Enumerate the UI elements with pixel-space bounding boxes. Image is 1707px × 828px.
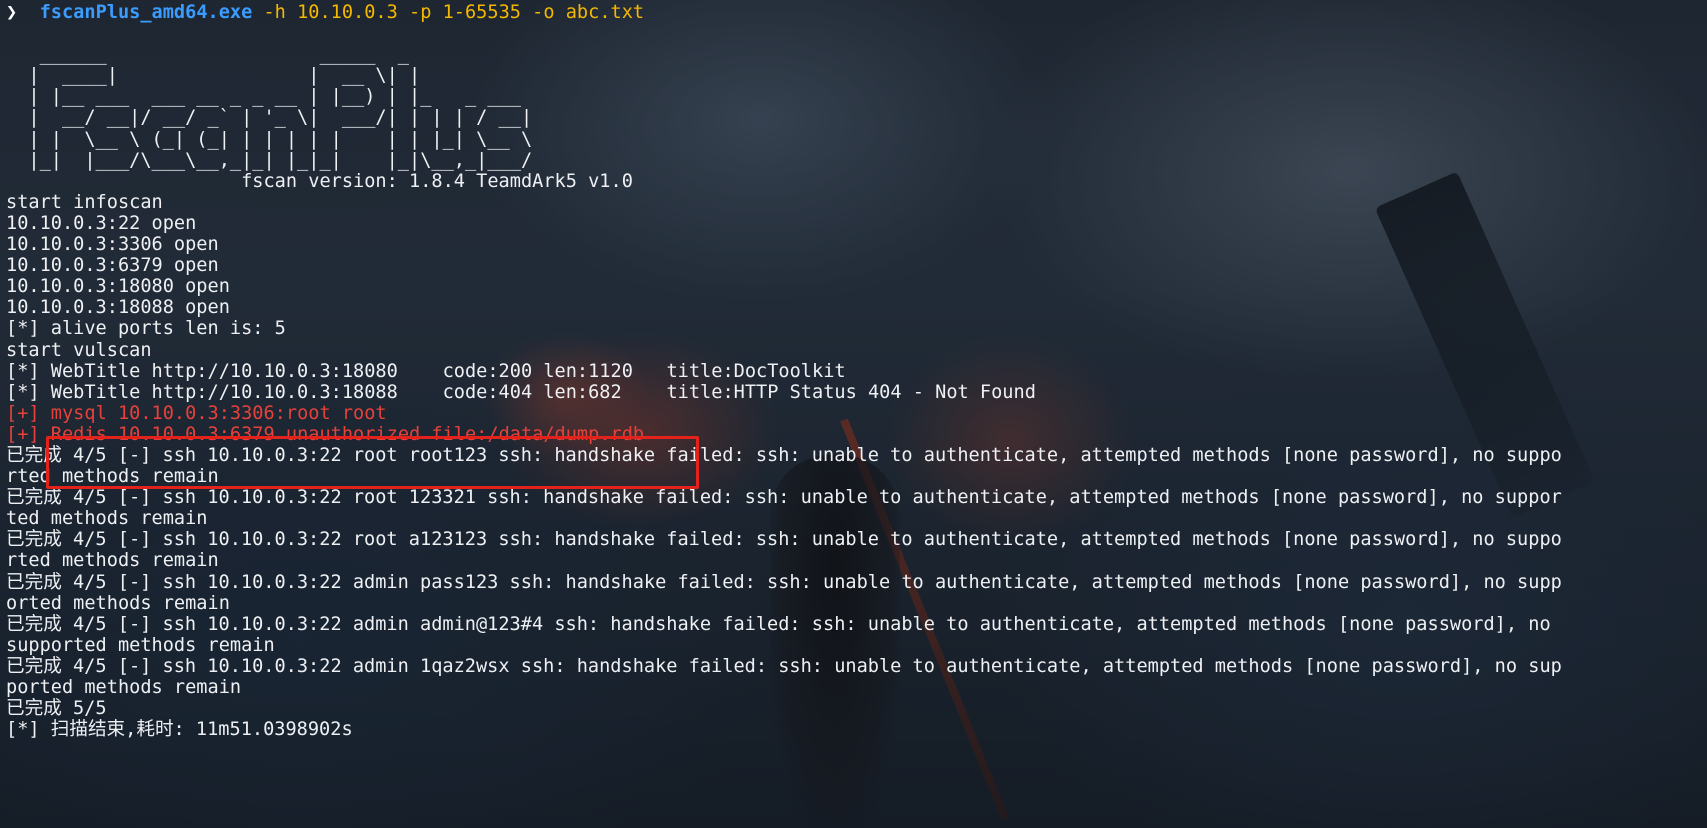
- terminal-window[interactable]: ❯ fscanPlus_amd64.exe -h 10.10.0.3 -p 1-…: [0, 0, 1707, 828]
- output-line: 已完成 4/5 [-] ssh 10.10.0.3:22 admin 1qaz2…: [6, 655, 1562, 677]
- terminal-output[interactable]: ❯ fscanPlus_amd64.exe -h 10.10.0.3 -p 1-…: [6, 2, 1701, 740]
- command-arguments: -h 10.10.0.3 -p 1-65535 -o abc.txt: [252, 2, 645, 23]
- banner-line: ______ _____ _: [6, 44, 409, 66]
- version-line: fscan version: 1.8.4 TeamdArk5 v1.0: [6, 170, 633, 192]
- command-line: ❯ fscanPlus_amd64.exe -h 10.10.0.3 -p 1-…: [6, 2, 1701, 23]
- output-line: [*] WebTitle http://10.10.0.3:18088 code…: [6, 381, 1036, 403]
- output-line: supported methods remain: [6, 634, 275, 656]
- output-line: [*] WebTitle http://10.10.0.3:18080 code…: [6, 360, 846, 382]
- banner-line: |_| |___/\___\__,_|_| |_|_| |_|\__,_|___…: [6, 149, 533, 171]
- output-line: 已完成 4/5 [-] ssh 10.10.0.3:22 root root12…: [6, 444, 1562, 466]
- banner-line: | | \__ \ (_| (_| | | | | | | | |_| \__ …: [6, 128, 533, 150]
- output-line: orted methods remain: [6, 592, 230, 614]
- vuln-line-mysql: [+] mysql 10.10.0.3:3306:root root: [6, 403, 1701, 424]
- banner-line: | ____| | __ \| |: [6, 65, 421, 87]
- vuln-text: mysql 10.10.0.3:3306:root root: [39, 402, 387, 424]
- output-line: rted methods remain: [6, 466, 219, 488]
- vuln-tag: [+]: [6, 423, 40, 445]
- vulnerability-findings: [+] mysql 10.10.0.3:3306:root root [+] R…: [6, 403, 1701, 445]
- output-line: [*] alive ports len is: 5: [6, 318, 286, 340]
- prompt-symbol: ❯: [6, 2, 18, 23]
- vuln-line-redis: [+] Redis 10.10.0.3:6379 unauthorized fi…: [6, 424, 1701, 445]
- banner-line: | |__ ___ ___ __ _ _ __ | |__) | |_ _ __…: [6, 86, 521, 108]
- output-line: start infoscan: [6, 191, 163, 213]
- output-line: 已完成 4/5 [-] ssh 10.10.0.3:22 root 123321…: [6, 487, 1562, 509]
- output-line: 10.10.0.3:22 open: [6, 212, 197, 234]
- vuln-tag: [+]: [6, 402, 40, 424]
- output-line: 已完成 4/5 [-] ssh 10.10.0.3:22 admin admin…: [6, 613, 1551, 635]
- output-line: 10.10.0.3:6379 open: [6, 255, 219, 277]
- output-line: rted methods remain: [6, 550, 219, 572]
- output-line: 已完成 5/5: [6, 698, 107, 720]
- command-executable: fscanPlus_amd64.exe: [39, 2, 253, 23]
- output-line: 已完成 4/5 [-] ssh 10.10.0.3:22 root a12312…: [6, 529, 1562, 551]
- output-line: start vulscan: [6, 339, 152, 361]
- output-line: 10.10.0.3:3306 open: [6, 234, 219, 256]
- scan-output-after: 已完成 4/5 [-] ssh 10.10.0.3:22 root root12…: [6, 445, 1701, 740]
- ascii-banner: ______ _____ _ | ____| | __ \| | | |__ _…: [6, 44, 1701, 171]
- output-line: 已完成 4/5 [-] ssh 10.10.0.3:22 admin pass1…: [6, 571, 1562, 593]
- output-line: 10.10.0.3:18080 open: [6, 276, 230, 298]
- output-line: ted methods remain: [6, 508, 208, 530]
- vuln-text: Redis 10.10.0.3:6379 unauthorized file:/…: [39, 423, 645, 445]
- output-line: [*] 扫描结束,耗时: 11m51.0398902s: [6, 719, 353, 741]
- output-line: 10.10.0.3:18088 open: [6, 297, 230, 319]
- banner-line: | __/ __|/ __/ _` | '_ \| ___/| | | | / …: [6, 107, 533, 129]
- output-line: ported methods remain: [6, 677, 242, 698]
- scan-output-before: start infoscan 10.10.0.3:22 open 10.10.0…: [6, 192, 1701, 403]
